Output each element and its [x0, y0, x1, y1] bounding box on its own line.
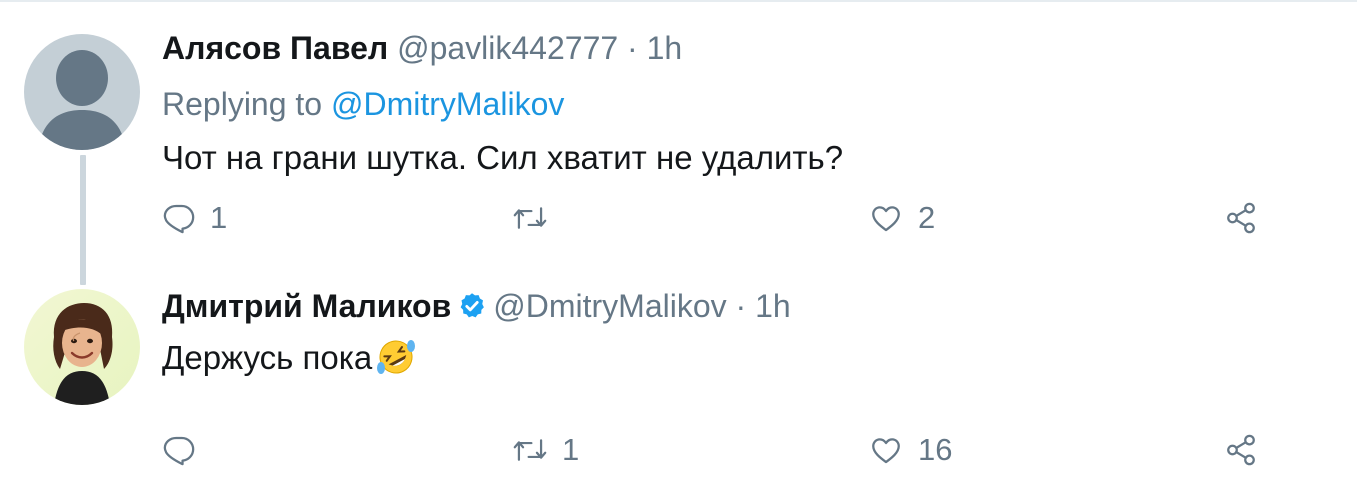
- avatar[interactable]: [24, 289, 140, 405]
- cartoon-man-avatar-icon: [24, 289, 140, 405]
- retweet-icon: [513, 207, 547, 229]
- thread-connector-line: [80, 155, 86, 285]
- retweet-icon: [513, 439, 547, 461]
- separator-dot: ·: [627, 30, 638, 66]
- like-icon: [872, 438, 900, 464]
- like-count: 16: [918, 432, 953, 467]
- share-button[interactable]: [1224, 198, 1258, 238]
- display-name[interactable]: Дмитрий Маликов: [162, 288, 451, 324]
- like-icon: [872, 206, 900, 232]
- tweet-text: Держусь пока: [162, 339, 373, 376]
- username[interactable]: @DmitryMalikov: [493, 288, 726, 324]
- reply-button[interactable]: 1: [162, 198, 227, 238]
- avatar[interactable]: [24, 34, 140, 150]
- share-icon: [1227, 434, 1255, 466]
- separator-dot: ·: [735, 288, 747, 324]
- retweet-button[interactable]: [512, 198, 562, 238]
- replying-mention-link[interactable]: @DmitryMalikov: [331, 86, 564, 122]
- top-divider: [0, 0, 1357, 2]
- like-button[interactable]: 2: [868, 198, 935, 238]
- retweet-count: 1: [562, 432, 580, 467]
- timestamp[interactable]: 1h: [647, 30, 683, 66]
- tweet-text: Чот на грани шутка. Сил хватит не удалит…: [162, 139, 844, 176]
- timestamp[interactable]: 1h: [755, 288, 791, 324]
- like-count: 2: [918, 200, 936, 235]
- share-icon: [1227, 202, 1255, 234]
- retweet-button[interactable]: 1: [512, 430, 579, 470]
- like-button[interactable]: 16: [868, 430, 952, 470]
- verified-badge-icon: [457, 290, 487, 330]
- reply-count: 1: [210, 200, 228, 235]
- rolling-on-the-floor-laughing-icon: [374, 337, 418, 388]
- reply-button[interactable]: [162, 430, 210, 470]
- replying-prefix: Replying to: [162, 86, 323, 122]
- replying-to-line: Replying to @DmitryMalikov: [162, 84, 564, 124]
- reply-icon: [163, 204, 195, 234]
- default-user-avatar-icon: [24, 34, 140, 150]
- reply-icon: [163, 436, 195, 466]
- display-name[interactable]: Алясов Павел: [162, 30, 388, 66]
- share-button[interactable]: [1224, 430, 1258, 470]
- tweet-text-line: Держусь пока: [162, 336, 418, 388]
- tweet-header: Алясов Павел @pavlik442777 · 1h: [162, 28, 682, 68]
- username[interactable]: @pavlik442777: [397, 30, 618, 66]
- tweet-header: Дмитрий Маликов @DmitryMalikov · 1h: [162, 286, 791, 330]
